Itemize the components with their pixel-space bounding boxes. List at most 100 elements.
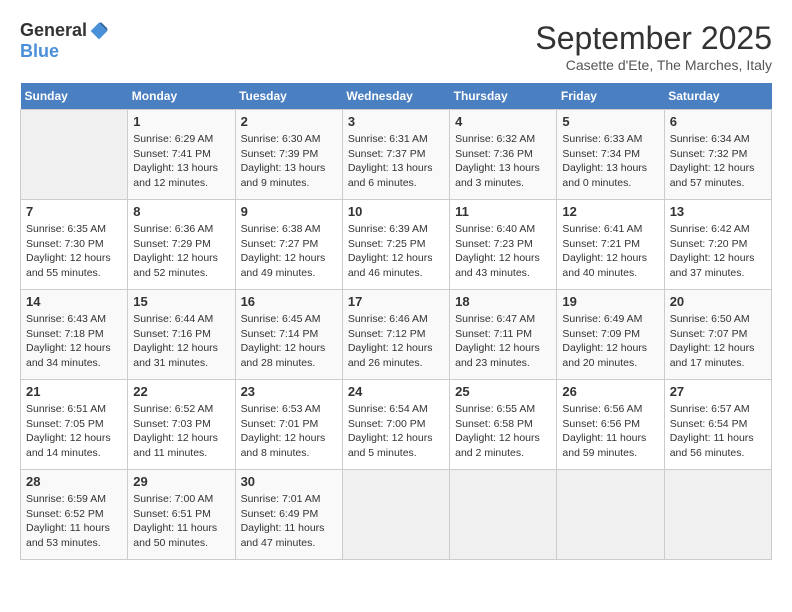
- calendar-cell: 20 Sunrise: 6:50 AMSunset: 7:07 PMDayligh…: [664, 290, 771, 380]
- calendar-table: SundayMondayTuesdayWednesdayThursdayFrid…: [20, 83, 772, 560]
- calendar-cell: 29 Sunrise: 7:00 AMSunset: 6:51 PMDayligh…: [128, 470, 235, 560]
- title-area: September 2025 Casette d'Ete, The Marche…: [535, 20, 772, 73]
- weekday-header-monday: Monday: [128, 83, 235, 110]
- cell-info: Sunrise: 6:49 AMSunset: 7:09 PMDaylight:…: [562, 312, 658, 371]
- calendar-cell: 24Sunrise: 6:54 AMSunset: 7:00 PMDayligh…: [342, 380, 449, 470]
- cell-info: Sunrise: 6:43 AMSunset: 7:18 PMDaylight:…: [26, 312, 122, 371]
- calendar-week-row: 28 Sunrise: 6:59 AMSunset: 6:52 PMDayligh…: [21, 470, 772, 560]
- day-number: 2: [241, 114, 337, 129]
- day-number: 22: [133, 384, 229, 399]
- calendar-cell: 14 Sunrise: 6:43 AMSunset: 7:18 PMDayligh…: [21, 290, 128, 380]
- cell-info: Sunrise: 6:57 AMSunset: 6:54 PMDaylight:…: [670, 402, 766, 461]
- day-number: 28: [26, 474, 122, 489]
- cell-info: Sunrise: 6:59 AMSunset: 6:52 PMDaylight:…: [26, 492, 122, 551]
- logo-general-text: General: [20, 20, 87, 41]
- day-number: 1: [133, 114, 229, 129]
- day-number: 13: [670, 204, 766, 219]
- day-number: 27: [670, 384, 766, 399]
- calendar-cell: 8 Sunrise: 6:36 AMSunset: 7:29 PMDaylight…: [128, 200, 235, 290]
- day-number: 21: [26, 384, 122, 399]
- day-number: 11: [455, 204, 551, 219]
- calendar-cell: 23 Sunrise: 6:53 AMSunset: 7:01 PMDayligh…: [235, 380, 342, 470]
- day-number: 23: [241, 384, 337, 399]
- cell-info: Sunrise: 6:53 AMSunset: 7:01 PMDaylight:…: [241, 402, 337, 461]
- calendar-cell: [557, 470, 664, 560]
- day-number: 14: [26, 294, 122, 309]
- cell-info: Sunrise: 6:55 AMSunset: 6:58 PMDaylight:…: [455, 402, 551, 461]
- day-number: 17: [348, 294, 444, 309]
- calendar-cell: [21, 110, 128, 200]
- cell-info: Sunrise: 6:50 AMSunset: 7:07 PMDaylight:…: [670, 312, 766, 371]
- day-number: 15: [133, 294, 229, 309]
- calendar-week-row: 7Sunrise: 6:35 AMSunset: 7:30 PMDaylight…: [21, 200, 772, 290]
- calendar-cell: 30 Sunrise: 7:01 AMSunset: 6:49 PMDayligh…: [235, 470, 342, 560]
- day-number: 5: [562, 114, 658, 129]
- calendar-cell: [450, 470, 557, 560]
- day-number: 19: [562, 294, 658, 309]
- calendar-cell: 15 Sunrise: 6:44 AMSunset: 7:16 PMDayligh…: [128, 290, 235, 380]
- weekday-header-sunday: Sunday: [21, 83, 128, 110]
- day-number: 12: [562, 204, 658, 219]
- calendar-cell: 7Sunrise: 6:35 AMSunset: 7:30 PMDaylight…: [21, 200, 128, 290]
- cell-info: Sunrise: 6:39 AMSunset: 7:25 PMDaylight:…: [348, 222, 444, 281]
- day-number: 9: [241, 204, 337, 219]
- day-number: 4: [455, 114, 551, 129]
- cell-info: Sunrise: 6:34 AMSunset: 7:32 PMDaylight:…: [670, 132, 766, 191]
- calendar-cell: 22 Sunrise: 6:52 AMSunset: 7:03 PMDayligh…: [128, 380, 235, 470]
- logo-blue-text: Blue: [20, 41, 59, 62]
- day-number: 20: [670, 294, 766, 309]
- calendar-cell: 13 Sunrise: 6:42 AMSunset: 7:20 PMDayligh…: [664, 200, 771, 290]
- day-number: 30: [241, 474, 337, 489]
- calendar-cell: 16 Sunrise: 6:45 AMSunset: 7:14 PMDayligh…: [235, 290, 342, 380]
- location-subtitle: Casette d'Ete, The Marches, Italy: [535, 57, 772, 73]
- cell-info: Sunrise: 7:01 AMSunset: 6:49 PMDaylight:…: [241, 492, 337, 551]
- day-number: 29: [133, 474, 229, 489]
- logo-icon: [89, 21, 109, 41]
- calendar-cell: 3 Sunrise: 6:31 AMSunset: 7:37 PMDaylight…: [342, 110, 449, 200]
- calendar-cell: 6 Sunrise: 6:34 AMSunset: 7:32 PMDaylight…: [664, 110, 771, 200]
- month-title: September 2025: [535, 20, 772, 57]
- cell-info: Sunrise: 6:45 AMSunset: 7:14 PMDaylight:…: [241, 312, 337, 371]
- calendar-cell: 4Sunrise: 6:32 AMSunset: 7:36 PMDaylight…: [450, 110, 557, 200]
- calendar-week-row: 1 Sunrise: 6:29 AMSunset: 7:41 PMDaylight…: [21, 110, 772, 200]
- cell-info: Sunrise: 6:38 AMSunset: 7:27 PMDaylight:…: [241, 222, 337, 281]
- day-number: 25: [455, 384, 551, 399]
- cell-info: Sunrise: 6:44 AMSunset: 7:16 PMDaylight:…: [133, 312, 229, 371]
- calendar-cell: 9 Sunrise: 6:38 AMSunset: 7:27 PMDaylight…: [235, 200, 342, 290]
- day-number: 24: [348, 384, 444, 399]
- day-number: 3: [348, 114, 444, 129]
- cell-info: Sunrise: 6:52 AMSunset: 7:03 PMDaylight:…: [133, 402, 229, 461]
- calendar-cell: 1 Sunrise: 6:29 AMSunset: 7:41 PMDaylight…: [128, 110, 235, 200]
- cell-info: Sunrise: 6:29 AMSunset: 7:41 PMDaylight:…: [133, 132, 229, 191]
- cell-info: Sunrise: 6:40 AMSunset: 7:23 PMDaylight:…: [455, 222, 551, 281]
- day-number: 26: [562, 384, 658, 399]
- calendar-cell: [342, 470, 449, 560]
- cell-info: Sunrise: 6:56 AMSunset: 6:56 PMDaylight:…: [562, 402, 658, 461]
- day-number: 16: [241, 294, 337, 309]
- day-number: 18: [455, 294, 551, 309]
- cell-info: Sunrise: 6:51 AMSunset: 7:05 PMDaylight:…: [26, 402, 122, 461]
- calendar-cell: 12Sunrise: 6:41 AMSunset: 7:21 PMDayligh…: [557, 200, 664, 290]
- cell-info: Sunrise: 6:42 AMSunset: 7:20 PMDaylight:…: [670, 222, 766, 281]
- day-number: 7: [26, 204, 122, 219]
- calendar-week-row: 21 Sunrise: 6:51 AMSunset: 7:05 PMDayligh…: [21, 380, 772, 470]
- calendar-cell: 21 Sunrise: 6:51 AMSunset: 7:05 PMDayligh…: [21, 380, 128, 470]
- calendar-cell: 27 Sunrise: 6:57 AMSunset: 6:54 PMDayligh…: [664, 380, 771, 470]
- weekday-header-wednesday: Wednesday: [342, 83, 449, 110]
- cell-info: Sunrise: 6:31 AMSunset: 7:37 PMDaylight:…: [348, 132, 444, 191]
- weekday-header-saturday: Saturday: [664, 83, 771, 110]
- cell-info: Sunrise: 6:36 AMSunset: 7:29 PMDaylight:…: [133, 222, 229, 281]
- cell-info: Sunrise: 6:46 AMSunset: 7:12 PMDaylight:…: [348, 312, 444, 371]
- calendar-header-row: SundayMondayTuesdayWednesdayThursdayFrid…: [21, 83, 772, 110]
- weekday-header-thursday: Thursday: [450, 83, 557, 110]
- calendar-cell: 5Sunrise: 6:33 AMSunset: 7:34 PMDaylight…: [557, 110, 664, 200]
- calendar-cell: 19 Sunrise: 6:49 AMSunset: 7:09 PMDayligh…: [557, 290, 664, 380]
- calendar-week-row: 14 Sunrise: 6:43 AMSunset: 7:18 PMDayligh…: [21, 290, 772, 380]
- day-number: 8: [133, 204, 229, 219]
- page-header: General Blue September 2025 Casette d'Et…: [20, 20, 772, 73]
- cell-info: Sunrise: 7:00 AMSunset: 6:51 PMDaylight:…: [133, 492, 229, 551]
- day-number: 10: [348, 204, 444, 219]
- day-number: 6: [670, 114, 766, 129]
- calendar-cell: 28 Sunrise: 6:59 AMSunset: 6:52 PMDayligh…: [21, 470, 128, 560]
- calendar-cell: 25 Sunrise: 6:55 AMSunset: 6:58 PMDayligh…: [450, 380, 557, 470]
